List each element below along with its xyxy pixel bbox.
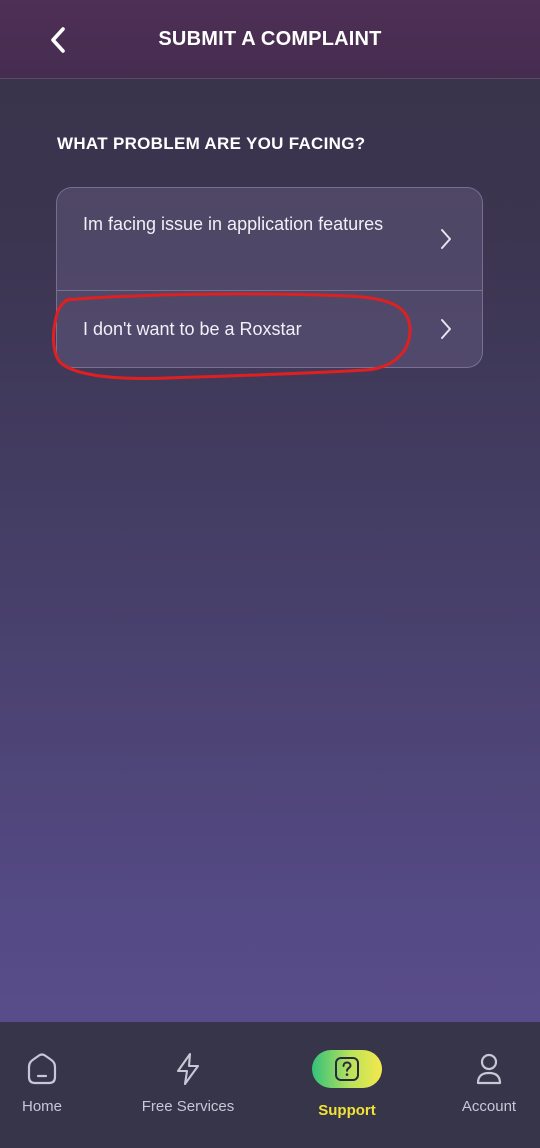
- option-application-features[interactable]: Im facing issue in application features: [57, 188, 482, 291]
- option-label: Im facing issue in application features: [83, 214, 384, 234]
- chevron-right-icon: [441, 319, 451, 339]
- page-title: SUBMIT A COMPLAINT: [158, 28, 382, 50]
- question-icon: [335, 1057, 359, 1081]
- bottom-navigation: Home Free Services Support Account: [0, 1022, 540, 1148]
- chevron-right-icon: [441, 229, 451, 249]
- nav-home[interactable]: Home: [2, 1022, 82, 1148]
- problem-question-heading: WHAT PROBLEM ARE YOU FACING?: [57, 134, 366, 153]
- lightning-icon: [176, 1052, 200, 1086]
- app-header: SUBMIT A COMPLAINT: [0, 0, 540, 79]
- nav-account[interactable]: Account: [449, 1022, 529, 1148]
- home-icon: [27, 1053, 57, 1085]
- nav-label: Free Services: [141, 1098, 235, 1115]
- option-label: I don't want to be a Roxstar: [83, 319, 302, 339]
- nav-label: Account: [461, 1098, 517, 1115]
- nav-free-services[interactable]: Free Services: [128, 1022, 248, 1148]
- problem-options-list: Im facing issue in application features …: [56, 187, 483, 368]
- option-dont-want-roxstar[interactable]: I don't want to be a Roxstar: [57, 291, 482, 367]
- support-active-pill: [312, 1050, 382, 1088]
- nav-label: Home: [21, 1098, 62, 1115]
- nav-support[interactable]: Support: [300, 1022, 394, 1148]
- nav-label: Support: [318, 1102, 376, 1119]
- user-icon: [476, 1053, 502, 1085]
